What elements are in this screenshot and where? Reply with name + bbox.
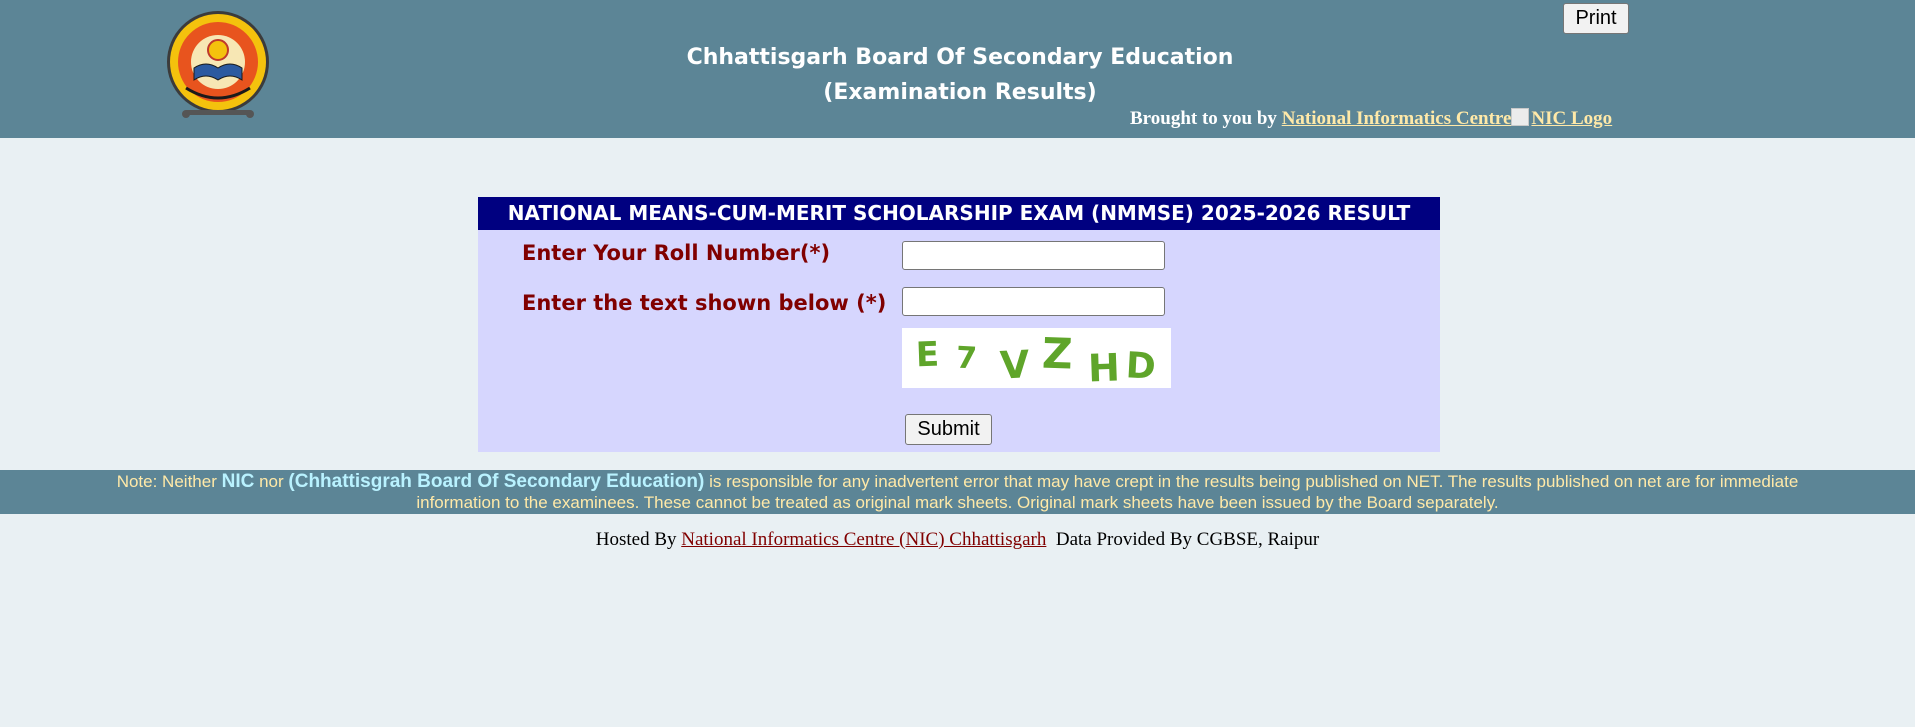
nic-link[interactable]: National Informatics Centre — [1282, 108, 1512, 129]
header-bar: Print Chhattisgarh Board Of Secondary Ed… — [0, 0, 1915, 138]
data-provided-text: Data Provided By CGBSE, Raipur — [1055, 529, 1320, 550]
nic-chhattisgarh-link[interactable]: National Informatics Centre (NIC) Chhatt… — [681, 529, 1046, 550]
note-board: (Chhattisgrah Board Of Secondary Educati… — [288, 471, 705, 492]
captcha-char: H — [1087, 345, 1120, 388]
brought-prefix: Brought to you by — [1130, 108, 1277, 129]
captcha-input[interactable] — [902, 287, 1165, 316]
result-form-panel: NATIONAL MEANS-CUM-MERIT SCHOLARSHIP EXA… — [478, 197, 1440, 452]
captcha-char: 7 — [955, 340, 978, 376]
roll-number-label: Enter Your Roll Number(*) — [522, 241, 831, 265]
note-nic: NIC — [221, 471, 255, 492]
nic-logo-alt: NIC Logo — [1531, 108, 1613, 129]
roll-number-input[interactable] — [902, 241, 1165, 270]
captcha-char: Z — [1041, 328, 1073, 378]
site-subtitle: (Examination Results) — [823, 80, 1097, 105]
submit-button[interactable]: Submit — [905, 414, 992, 445]
hosted-prefix: Hosted By — [595, 529, 677, 550]
captcha-label: Enter the text shown below (*) — [522, 291, 887, 315]
brought-to-you-by: Brought to you by National Informatics C… — [1130, 108, 1612, 130]
nic-logo-link[interactable]: NIC Logo — [1511, 108, 1612, 129]
captcha-image: E 7 V Z H D — [902, 328, 1171, 388]
print-button[interactable]: Print — [1563, 3, 1629, 34]
footer: Hosted By National Informatics Centre (N… — [0, 529, 1915, 551]
captcha-char: V — [999, 342, 1031, 388]
note-nor: nor — [259, 472, 284, 491]
disclaimer-note: Note: Neither NIC nor (Chhattisgrah Boar… — [0, 470, 1915, 514]
exam-heading: NATIONAL MEANS-CUM-MERIT SCHOLARSHIP EXA… — [478, 197, 1440, 230]
captcha-char: D — [1125, 345, 1157, 388]
captcha-char: E — [915, 335, 940, 376]
broken-image-icon — [1511, 108, 1530, 126]
site-title: Chhattisgarh Board Of Secondary Educatio… — [686, 45, 1234, 70]
note-prefix: Note: Neither — [116, 472, 217, 491]
cgbse-seal-logo — [167, 11, 269, 118]
